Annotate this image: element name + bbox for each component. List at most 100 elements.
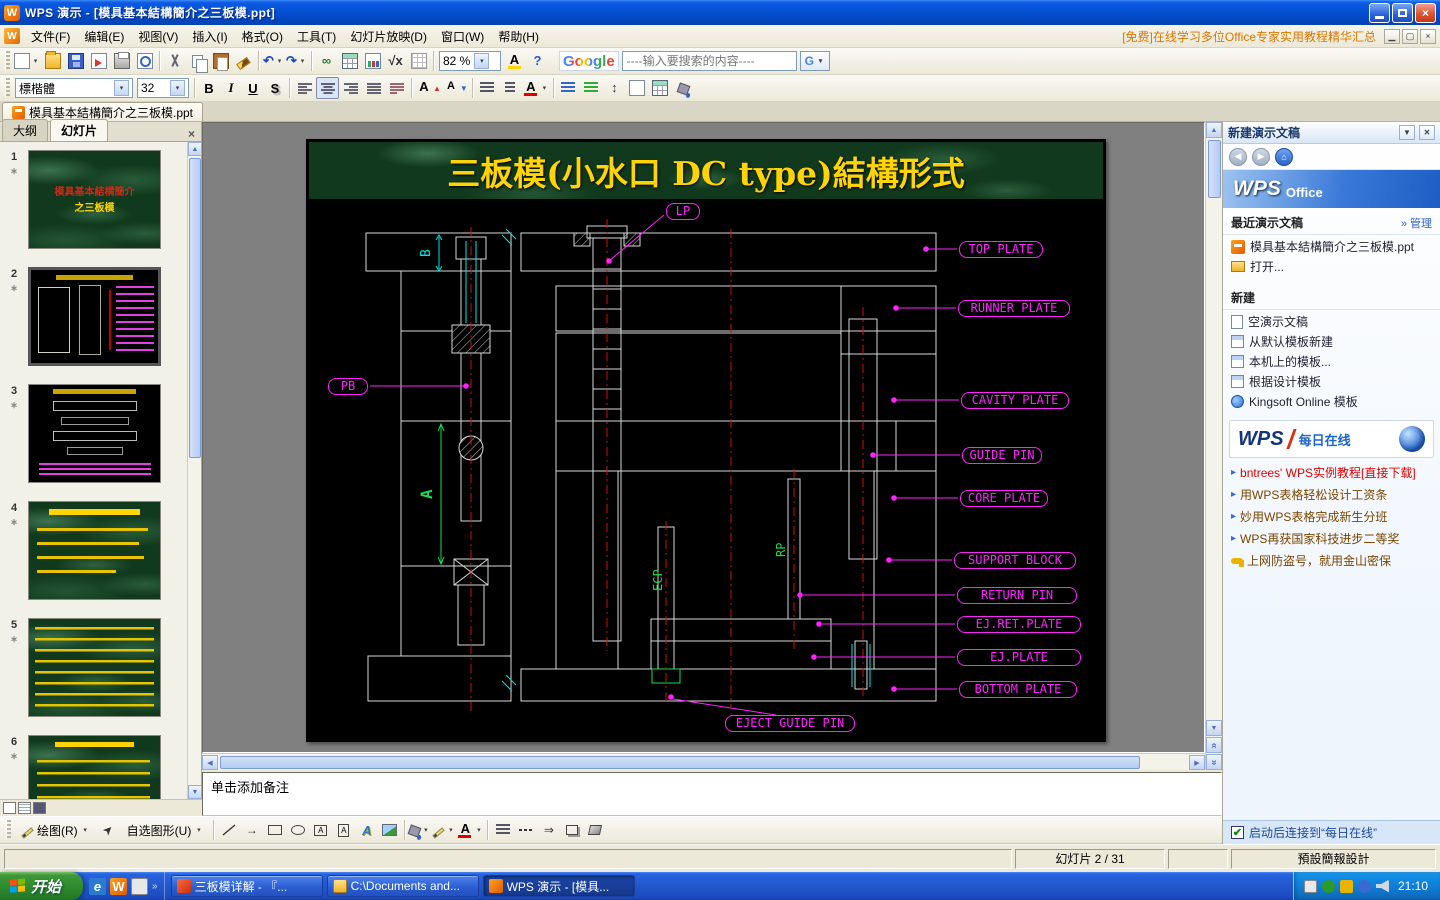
close-button[interactable]: × — [1415, 2, 1436, 23]
justify-button[interactable] — [362, 77, 385, 99]
doc-restore-button[interactable]: ▢ — [1402, 28, 1418, 44]
insert-picture-button[interactable] — [378, 819, 401, 841]
wps-quick-icon[interactable]: W — [110, 877, 128, 895]
normal-view-icon[interactable] — [3, 802, 16, 814]
google-go-button[interactable]: G ▾ — [799, 51, 831, 71]
new-from-default-item[interactable]: 从默认模板新建 — [1223, 332, 1440, 352]
menu-insert[interactable]: 插入(I) — [185, 25, 234, 48]
textbox-tool-button[interactable]: A — [309, 819, 332, 841]
menu-view[interactable]: 视图(V) — [131, 25, 185, 48]
label-top-plate[interactable]: TOP PLATE — [959, 241, 1043, 258]
label-return-pin[interactable]: RETURN PIN — [957, 587, 1077, 604]
home-icon[interactable]: ⌂ — [1275, 147, 1293, 166]
distribute-button[interactable] — [385, 77, 408, 99]
new-slide-button[interactable] — [626, 77, 649, 99]
cut-button[interactable] — [163, 50, 186, 72]
slide-thumbnail-6[interactable] — [28, 735, 161, 799]
menu-edit[interactable]: 编辑(E) — [77, 25, 131, 48]
restore-button[interactable] — [1392, 2, 1413, 23]
font-name-select[interactable]: 標楷體 ▾ — [15, 78, 133, 98]
toolbar-grip[interactable] — [5, 51, 10, 71]
label-ej-plate[interactable]: EJ.PLATE — [957, 649, 1081, 666]
redo-button[interactable]: ↷ ▾ — [285, 50, 308, 72]
insert-table2-button[interactable] — [649, 77, 672, 99]
vertical-scrollbar[interactable]: ▲ ▼ « » — [1205, 122, 1222, 770]
label-runner-plate[interactable]: RUNNER PLATE — [958, 300, 1070, 317]
format-painter-button[interactable] — [232, 50, 255, 72]
new-from-local-template-item[interactable]: 本机上的模板... — [1223, 352, 1440, 372]
scroll-up-icon[interactable]: ▲ — [1206, 122, 1222, 138]
toolbar-grip[interactable] — [6, 820, 11, 840]
internet-explorer-icon[interactable]: e — [89, 877, 107, 895]
start-button[interactable]: 开始 — [0, 872, 84, 900]
tab-outline[interactable]: 大纲 — [2, 119, 49, 141]
threed-style-button[interactable] — [583, 819, 606, 841]
thumbnail-scrollbar[interactable]: ▲ ▼ — [187, 142, 202, 799]
print-preview-button[interactable] — [133, 50, 156, 72]
arrow-style-button[interactable]: ⇒ — [537, 819, 560, 841]
align-left-button[interactable] — [293, 77, 316, 99]
show-desktop-icon[interactable] — [131, 877, 149, 895]
scrollbar-thumb[interactable] — [1208, 140, 1221, 198]
taskbar-window-1[interactable]: 三板模详解 - 『... — [170, 875, 323, 897]
tab-slides[interactable]: 幻灯片 — [50, 119, 109, 141]
scroll-down-icon[interactable]: ▼ — [1206, 720, 1222, 736]
arrow-tool-button[interactable]: → — [240, 819, 263, 841]
rectangle-tool-button[interactable] — [263, 819, 286, 841]
label-support-block[interactable]: SUPPORT BLOCK — [954, 552, 1076, 569]
line-color-button[interactable]: ▾ — [431, 819, 456, 841]
zoom-dropdown-icon[interactable]: ▾ — [474, 53, 490, 69]
manage-link[interactable]: » 管理 — [1401, 215, 1432, 231]
forward-icon[interactable]: ▶ — [1252, 147, 1270, 166]
font-size-select[interactable]: 32 ▾ — [137, 78, 189, 98]
doc-minimize-button[interactable]: ▁ — [1384, 28, 1400, 44]
help-button[interactable]: ? — [526, 50, 549, 72]
decrease-indent-button[interactable] — [476, 77, 499, 99]
wps-daily-banner[interactable]: WPS 每日在线 — [1229, 420, 1434, 458]
open-file-item[interactable]: 打开... — [1223, 257, 1440, 277]
update-icon[interactable] — [1339, 879, 1353, 893]
align-center-button[interactable] — [316, 77, 339, 99]
font-dropdown-icon[interactable]: ▾ — [114, 80, 129, 96]
wps-menu-icon[interactable]: W — [4, 28, 20, 44]
menu-window[interactable]: 窗口(W) — [434, 25, 491, 48]
label-bottom-plate[interactable]: BOTTOM PLATE — [959, 681, 1077, 698]
scrollbar-thumb[interactable] — [220, 756, 1140, 769]
recent-document-item[interactable]: 模具基本結構簡介之三板模.ppt — [1223, 237, 1440, 257]
new-blank-item[interactable]: 空演示文稿 — [1223, 312, 1440, 332]
size-dropdown-icon[interactable]: ▾ — [170, 80, 185, 96]
next-slide-button[interactable]: » — [1206, 754, 1222, 770]
shadow-style-button[interactable] — [560, 819, 583, 841]
slide-canvas[interactable]: 三板模(小水口 DC type)結構形式 B A ECP RP LP TOP P… — [306, 139, 1106, 742]
select-objects-button[interactable]: ➤ — [97, 819, 120, 841]
label-eject-guide-pin[interactable]: EJECT GUIDE PIN — [725, 715, 855, 732]
insert-table-button[interactable] — [338, 50, 361, 72]
increase-font-button[interactable]: A ▲ — [415, 77, 442, 99]
minimize-button[interactable] — [1369, 2, 1390, 23]
clock[interactable]: 21:10 — [1398, 879, 1428, 893]
label-cavity-plate[interactable]: CAVITY PLATE — [961, 392, 1069, 409]
line-style-button[interactable] — [491, 819, 514, 841]
highlight-button[interactable]: A — [503, 50, 526, 72]
insert-chart-button[interactable] — [361, 50, 384, 72]
panel-close-icon[interactable]: × — [184, 126, 199, 141]
menu-tools[interactable]: 工具(T) — [290, 25, 343, 48]
align-right-button[interactable] — [339, 77, 362, 99]
line-tool-button[interactable] — [217, 819, 240, 841]
label-guide-pin[interactable]: GUIDE PIN — [962, 447, 1042, 464]
horizontal-scrollbar[interactable]: ◀ ▶ — [202, 753, 1205, 770]
scroll-down-icon[interactable]: ▼ — [188, 785, 202, 799]
toolbar-grip[interactable] — [5, 78, 10, 98]
slide-thumbnail-3[interactable] — [28, 384, 161, 483]
ellipse-tool-button[interactable] — [286, 819, 309, 841]
input-method-icon[interactable] — [1303, 879, 1317, 893]
doc-close-button[interactable]: × — [1420, 28, 1436, 44]
task-pane-close-icon[interactable]: ✕ — [1419, 125, 1435, 140]
taskbar-window-3[interactable]: WPS 演示 - [模具... — [482, 875, 635, 897]
save-button[interactable] — [64, 50, 87, 72]
notes-pane[interactable]: 单击添加备注 — [202, 772, 1222, 816]
task-pane-dropdown-icon[interactable]: ▼ — [1399, 125, 1415, 140]
promo-link-4[interactable]: ▸ WPS再获国家科技进步二等奖 — [1223, 528, 1440, 550]
copy-button[interactable] — [186, 50, 209, 73]
promo-link-3[interactable]: ▸ 妙用WPS表格完成新生分班 — [1223, 506, 1440, 528]
